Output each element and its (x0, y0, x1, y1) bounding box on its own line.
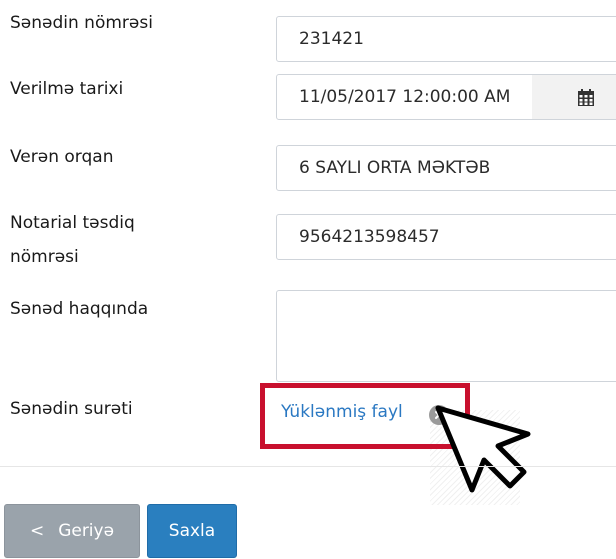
notary-label-line1: Notarial təsdiq (10, 213, 135, 233)
notary-number-field[interactable]: 9564213598457 (276, 214, 616, 260)
issue-date-field[interactable]: 11/05/2017 12:00:00 AM (276, 74, 533, 120)
notary-label-line2: nömrəsi (10, 247, 79, 267)
doc-number-field[interactable]: 231421 (276, 16, 616, 62)
issuer-field[interactable]: 6 SAYLI ORTA MƏKTƏB (276, 145, 616, 191)
uploaded-file-link[interactable]: Yüklənmiş fayl (281, 402, 403, 422)
back-button-label: Geriyə (58, 521, 115, 541)
chevron-left-icon: < (29, 521, 45, 541)
back-button[interactable]: < Geriyə (4, 504, 140, 558)
divider (0, 466, 616, 467)
cursor-pointer-icon (435, 405, 531, 493)
about-textarea[interactable] (276, 290, 616, 382)
calendar-button[interactable] (532, 74, 616, 120)
copy-label: Sənədin surəti (10, 399, 133, 419)
doc-number-label: Sənədin nömrəsi (10, 13, 153, 33)
issuer-label: Verən orqan (10, 147, 114, 167)
calendar-icon (578, 89, 594, 106)
save-button[interactable]: Saxla (147, 504, 237, 558)
about-label: Sənəd haqqında (10, 299, 149, 319)
issue-date-label: Verilmə tarixi (10, 79, 124, 99)
